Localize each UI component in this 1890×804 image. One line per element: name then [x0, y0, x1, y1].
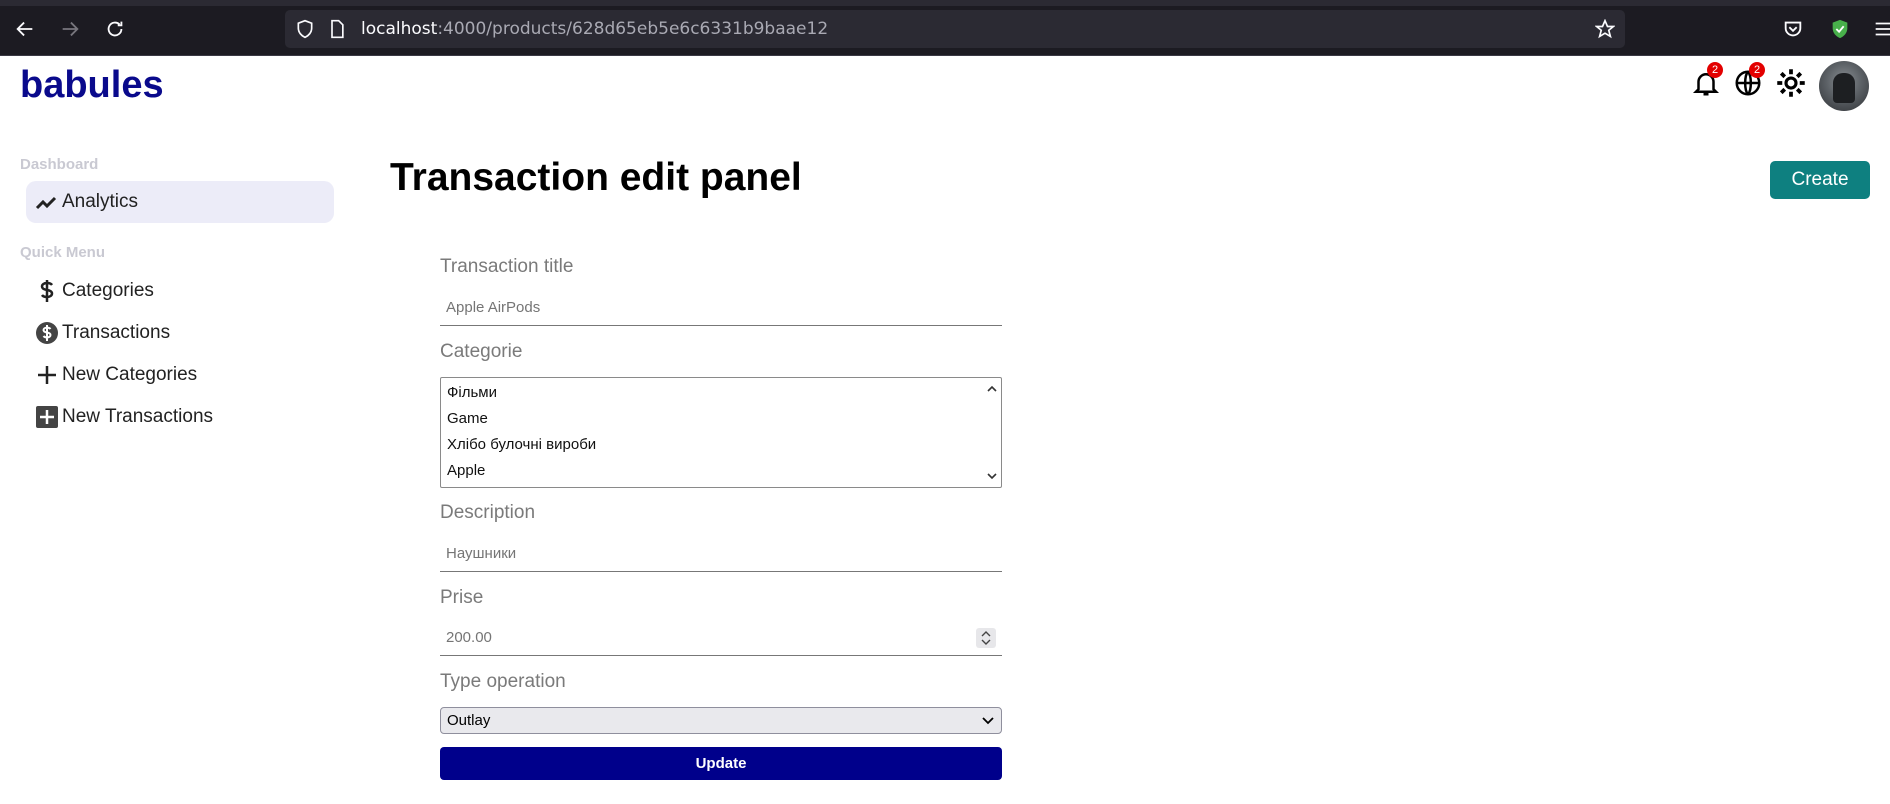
- sidebar-item-label: New Transactions: [62, 406, 214, 427]
- language-badge: 2: [1749, 62, 1765, 78]
- dollar-icon: [34, 278, 60, 304]
- trending-up-icon: [34, 189, 60, 215]
- sidebar-item-new-categories[interactable]: New Categories: [26, 354, 334, 396]
- category-option[interactable]: Фільми: [447, 384, 497, 401]
- sidebar-item-label: Categories: [62, 280, 154, 301]
- url-host: localhost: [361, 19, 438, 39]
- sidebar-item-categories[interactable]: Categories: [26, 270, 334, 312]
- type-label: Type operation: [440, 671, 566, 692]
- language-button[interactable]: 2: [1733, 62, 1765, 98]
- gear-icon: [1777, 69, 1805, 97]
- brand-logo[interactable]: babules: [20, 64, 164, 107]
- sidebar-item-label: New Categories: [62, 364, 198, 385]
- sidebar-item-analytics[interactable]: Analytics: [26, 181, 334, 223]
- sidebar-item-transactions[interactable]: Transactions: [26, 312, 334, 354]
- dollar-circle-icon: [34, 320, 60, 346]
- category-option[interactable]: Apple: [447, 462, 485, 479]
- category-label: Categorie: [440, 341, 523, 362]
- sidebar-item-label: Analytics: [62, 191, 139, 212]
- chevron-down-icon: [982, 717, 994, 725]
- pocket-icon[interactable]: [1778, 14, 1808, 44]
- price-input[interactable]: [440, 620, 1002, 656]
- title-input[interactable]: [440, 290, 1002, 326]
- type-select-value: Outlay: [447, 712, 491, 729]
- shield-check-icon[interactable]: [1825, 14, 1855, 44]
- menu-icon[interactable]: [1868, 14, 1890, 44]
- listbox-scrollbar[interactable]: [985, 380, 999, 485]
- category-listbox[interactable]: Фільми Game Хлібо булочні вироби Apple: [440, 377, 1002, 488]
- plus-icon: [34, 362, 60, 388]
- update-button[interactable]: Update: [440, 747, 1002, 780]
- url-path: :4000/products/628d65eb5e6c6331b9baae12: [437, 19, 829, 39]
- type-select[interactable]: Outlay: [440, 707, 1002, 734]
- sidebar-section-quick-menu: Quick Menu: [20, 244, 106, 261]
- title-label: Transaction title: [440, 256, 574, 277]
- price-label: Prise: [440, 587, 484, 608]
- shield-icon[interactable]: [295, 19, 315, 39]
- category-option[interactable]: Хлібо булочні вироби: [447, 436, 596, 453]
- forward-icon[interactable]: [55, 14, 85, 44]
- url-text[interactable]: localhost:4000/products/628d65eb5e6c6331…: [361, 19, 828, 39]
- address-bar[interactable]: localhost:4000/products/628d65eb5e6c6331…: [285, 10, 1625, 48]
- browser-toolbar: localhost:4000/products/628d65eb5e6c6331…: [0, 0, 1890, 56]
- settings-button[interactable]: [1776, 68, 1806, 98]
- reload-icon[interactable]: [100, 14, 130, 44]
- notifications-button[interactable]: 2: [1691, 62, 1723, 98]
- avatar[interactable]: [1819, 61, 1869, 111]
- category-option[interactable]: Game: [447, 410, 488, 427]
- page-title: Transaction edit panel: [390, 156, 802, 199]
- create-button[interactable]: Create: [1770, 161, 1870, 199]
- notifications-badge: 2: [1707, 62, 1723, 78]
- sidebar-item-label: Transactions: [62, 322, 171, 343]
- price-stepper[interactable]: [976, 628, 996, 648]
- sidebar-item-new-transactions[interactable]: New Transactions: [26, 396, 334, 438]
- plus-box-icon: [34, 404, 60, 430]
- sidebar-section-dashboard: Dashboard: [20, 156, 99, 173]
- star-icon[interactable]: [1595, 19, 1615, 39]
- description-label: Description: [440, 502, 536, 523]
- back-icon[interactable]: [10, 14, 40, 44]
- page-icon[interactable]: [327, 19, 347, 39]
- description-input[interactable]: [440, 536, 1002, 572]
- tab-strip: [0, 0, 1890, 6]
